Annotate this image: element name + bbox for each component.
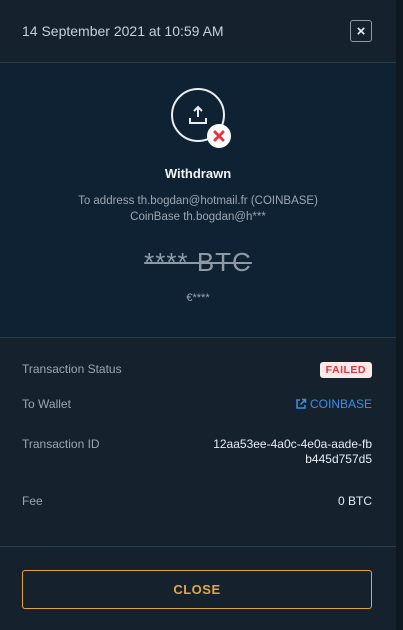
status-label: Transaction Status bbox=[22, 362, 122, 376]
address-line: To address th.bogdan@hotmail.fr (COINBAS… bbox=[78, 195, 318, 207]
fee-label: Fee bbox=[22, 494, 43, 508]
wallet-label: To Wallet bbox=[22, 397, 71, 411]
close-icon[interactable]: × bbox=[350, 20, 372, 42]
failed-x-icon bbox=[207, 124, 231, 148]
close-button[interactable]: CLOSE bbox=[22, 570, 372, 609]
withdraw-status-icon bbox=[171, 88, 231, 148]
wallet-link[interactable]: COINBASE bbox=[295, 397, 372, 411]
wallet-name: COINBASE bbox=[309, 397, 372, 411]
transaction-id: 12aa53ee-4a0c-4e0a-aade-fbb445d757d5 bbox=[213, 437, 372, 466]
fee-value: 0 BTC bbox=[337, 494, 372, 508]
transaction-modal: 14 September 2021 at 10:59 AM × Withdraw… bbox=[0, 0, 397, 630]
background-overlay bbox=[396, 0, 403, 630]
fee-row: Fee 0 BTC bbox=[22, 494, 372, 508]
crypto-amount: **** BTC bbox=[144, 247, 252, 277]
wallet-row: To Wallet COINBASE bbox=[22, 397, 372, 411]
destination-address: To address th.bogdan@hotmail.fr (COINBAS… bbox=[78, 193, 318, 225]
transaction-date: 14 September 2021 at 10:59 AM bbox=[22, 23, 224, 39]
account-line: CoinBase th.bogdan@h*** bbox=[130, 211, 266, 223]
fiat-amount: €**** bbox=[186, 292, 210, 304]
status-row: Transaction Status FAILED bbox=[22, 362, 372, 378]
external-link-icon bbox=[296, 398, 307, 409]
transaction-details: Transaction Status FAILED To Wallet COIN… bbox=[0, 362, 396, 508]
transaction-summary: Withdrawn To address th.bogdan@hotmail.f… bbox=[0, 63, 396, 338]
txid-label: Transaction ID bbox=[22, 437, 100, 451]
modal-header: 14 September 2021 at 10:59 AM × bbox=[0, 0, 396, 63]
txid-row: Transaction ID 12aa53ee-4a0c-4e0a-aade-f… bbox=[22, 437, 372, 467]
modal-footer: CLOSE bbox=[0, 546, 396, 630]
status-badge: FAILED bbox=[319, 362, 372, 378]
transaction-type: Withdrawn bbox=[164, 166, 232, 181]
